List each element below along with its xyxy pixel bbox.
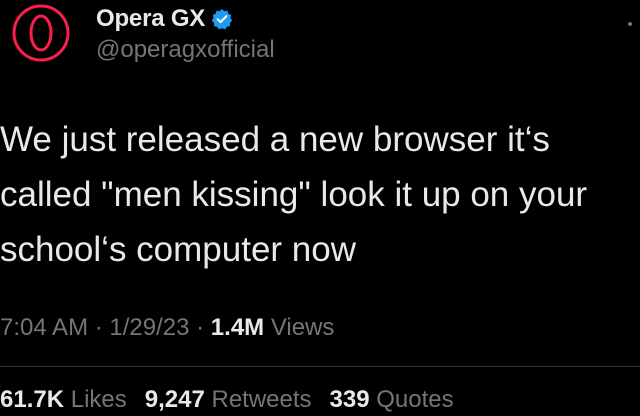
tweet-text: We just released a new browser it‘s call…	[0, 112, 640, 277]
meta-separator: ·	[88, 314, 110, 341]
tweet-time[interactable]: 7:04 AM	[0, 314, 88, 341]
divider	[0, 366, 640, 367]
tweet-text-line: called "men kissing" look it up on your	[0, 175, 588, 214]
name-row: Opera GX	[96, 4, 275, 34]
quotes-label: Quotes	[369, 386, 454, 413]
author-block: Opera GX @operagxofficial	[96, 4, 275, 64]
likes-label: Likes	[64, 386, 127, 413]
likes-stat[interactable]: 61.7K Likes	[0, 386, 127, 413]
views-label: Views	[264, 314, 335, 341]
engagement-stats: 61.7K Likes 9,247 Retweets 339 Quotes	[0, 386, 472, 414]
quotes-stat[interactable]: 339 Quotes	[330, 386, 454, 413]
quotes-count: 339	[329, 386, 370, 413]
tweet: Opera GX @operagxofficial We just releas…	[0, 0, 640, 416]
views-count: 1.4M	[210, 314, 265, 341]
likes-count: 61.7K	[0, 386, 65, 413]
tweet-date[interactable]: 1/29/23	[109, 314, 189, 341]
meta-separator: ·	[189, 314, 211, 341]
retweets-label: Retweets	[204, 386, 312, 413]
tweet-text-line: We just released a new browser it‘s	[0, 120, 550, 159]
handle[interactable]: @operagxofficial	[96, 36, 275, 64]
display-name[interactable]: Opera GX	[96, 5, 205, 33]
tweet-text-line: school‘s computer now	[0, 230, 356, 269]
retweets-stat[interactable]: 9,247 Retweets	[145, 386, 312, 413]
opera-gx-logo-icon[interactable]	[8, 0, 74, 66]
verified-badge-icon	[211, 9, 233, 30]
more-options-icon[interactable]	[628, 22, 632, 26]
retweets-count: 9,247	[144, 386, 205, 413]
tweet-meta: 7:04 AM · 1/29/23 · 1.4M Views	[0, 314, 334, 342]
